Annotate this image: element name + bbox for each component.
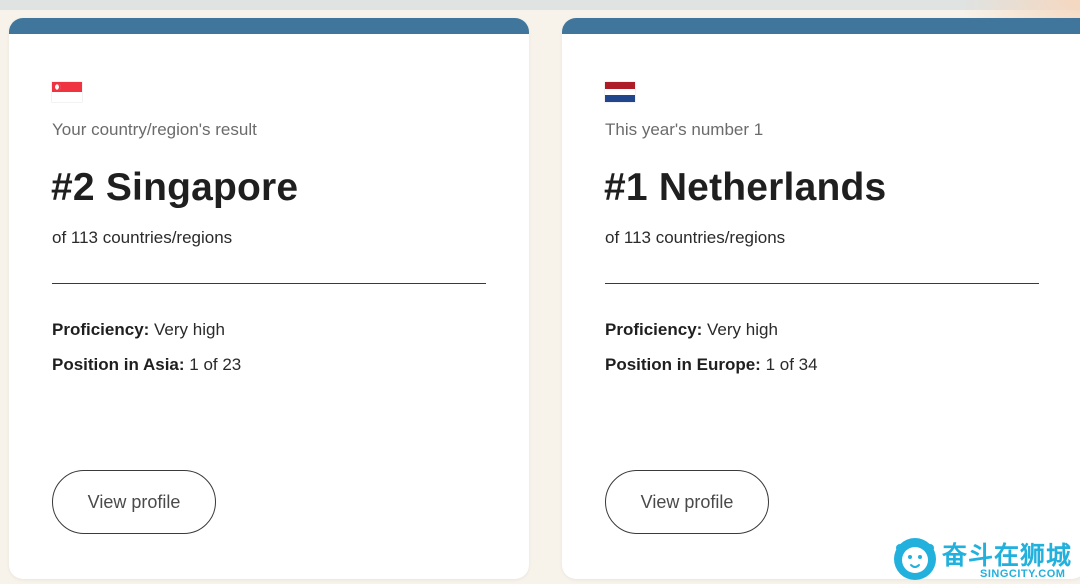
proficiency-label: Proficiency: bbox=[605, 320, 703, 339]
position-value: 1 of 34 bbox=[760, 355, 818, 374]
proficiency-label: Proficiency: bbox=[52, 320, 150, 339]
card-top-bar bbox=[9, 18, 529, 34]
top-country-card: This year's number 1 #1 Netherlands of 1… bbox=[562, 18, 1080, 579]
region-position-stat: Position in Asia: 1 of 23 bbox=[52, 355, 241, 375]
card-top-bar bbox=[562, 18, 1080, 34]
lion-logo-icon bbox=[894, 538, 936, 580]
watermark: 奋斗在狮城 SINGCITY.COM bbox=[890, 534, 1080, 584]
proficiency-stat: Proficiency: Very high bbox=[605, 320, 778, 340]
view-profile-button[interactable]: View profile bbox=[605, 470, 769, 534]
card-subtitle: Your country/region's result bbox=[52, 120, 257, 139]
netherlands-flag-icon bbox=[605, 82, 635, 102]
region-position-stat: Position in Europe: 1 of 34 bbox=[605, 355, 818, 375]
rank-subtitle: of 113 countries/regions bbox=[52, 228, 233, 247]
watermark-url: SINGCITY.COM bbox=[980, 568, 1066, 580]
card-subtitle: This year's number 1 bbox=[605, 120, 764, 139]
top-background-strip bbox=[0, 0, 1080, 10]
watermark-text: 奋斗在狮城 bbox=[942, 542, 1073, 570]
rank-title: #1 Netherlands bbox=[604, 166, 887, 209]
proficiency-stat: Proficiency: Very high bbox=[52, 320, 225, 340]
position-label: Position in Europe: bbox=[605, 355, 761, 374]
singapore-flag-icon bbox=[52, 82, 82, 102]
position-value: 1 of 23 bbox=[184, 355, 242, 374]
rank-subtitle: of 113 countries/regions bbox=[605, 228, 786, 247]
country-result-card: Your country/region's result #2 Singapor… bbox=[9, 18, 529, 579]
rank-title: #2 Singapore bbox=[51, 166, 299, 209]
proficiency-value: Very high bbox=[702, 320, 778, 339]
view-profile-button[interactable]: View profile bbox=[52, 470, 216, 534]
divider bbox=[52, 283, 486, 284]
proficiency-value: Very high bbox=[149, 320, 225, 339]
position-label: Position in Asia: bbox=[52, 355, 185, 374]
divider bbox=[605, 283, 1039, 284]
